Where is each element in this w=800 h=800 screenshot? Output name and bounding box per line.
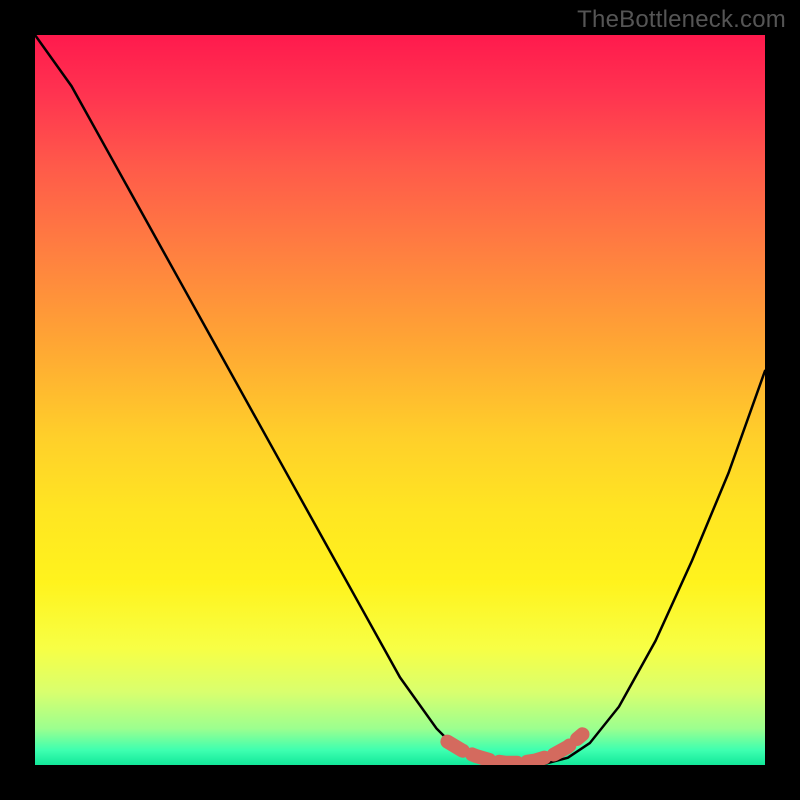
chart-frame: TheBottleneck.com — [0, 0, 800, 800]
bottleneck-curve — [35, 35, 765, 765]
watermark-text: TheBottleneck.com — [577, 6, 786, 34]
chart-svg — [35, 35, 765, 765]
chart-plot-area — [35, 35, 765, 765]
